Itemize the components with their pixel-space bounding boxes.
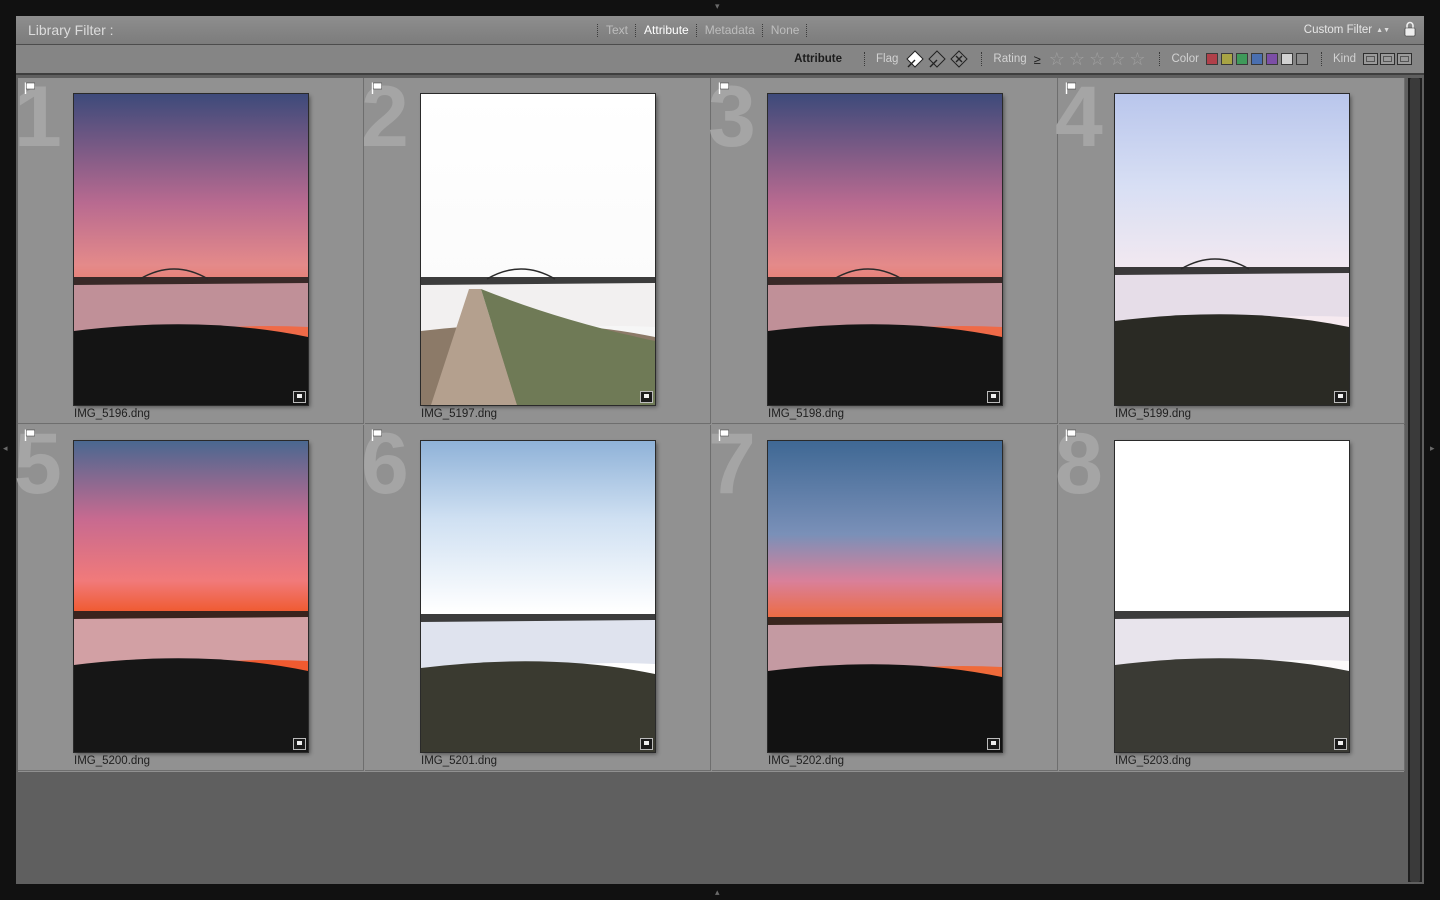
photo-thumbnail[interactable] [421,94,655,405]
library-filter-bar: Library Filter : Text Attribute Metadata… [16,16,1424,45]
photo-thumbnail[interactable] [74,94,308,405]
thumbnail-grid: 1 IMG_5196.dng 2 IMG_5197.dng 3 IMG_5198.dng 4… [14,74,1405,772]
cell-index-number: 2 [361,69,409,165]
flag-icon[interactable] [24,429,36,441]
lock-icon[interactable] [1404,21,1416,37]
flag-icon[interactable] [371,429,383,441]
flag-icon[interactable] [1065,82,1077,94]
library-filter-title: Library Filter : [28,22,114,38]
kind-virtual-copy-icon[interactable] [1380,53,1395,65]
updown-arrows-icon: ▲▼ [1376,27,1390,34]
right-panel-toggle[interactable]: ▸ [1430,444,1435,453]
kind-label: Kind [1332,53,1356,65]
grid-cell[interactable]: 7 IMG_5202.dng [708,421,1058,771]
grid-cell[interactable]: 4 IMG_5199.dng [1055,74,1405,424]
metadata-badge-icon[interactable] [640,391,653,403]
photo-thumbnail[interactable] [421,441,655,752]
scrollbar-thumb[interactable] [1410,78,1420,882]
custom-filter-label: Custom Filter [1303,24,1373,36]
metadata-badge-icon[interactable] [987,391,1000,403]
color-swatch-purple[interactable] [1265,53,1278,65]
tab-attribute[interactable]: Attribute [644,23,689,37]
thumbnail-filename: IMG_5196.dng [74,408,151,420]
rating-label: Rating [993,53,1027,65]
metadata-badge-icon[interactable] [293,391,306,403]
metadata-badge-icon[interactable] [1334,738,1347,750]
star-icon[interactable]: ☆ [1069,50,1085,68]
flag-icon[interactable] [371,82,383,94]
photo-thumbnail[interactable] [74,441,308,752]
cell-index-number: 8 [1055,416,1103,512]
photo-thumbnail[interactable] [768,441,1002,752]
flag-label: Flag [876,53,899,65]
thumbnail-filename: IMG_5202.dng [768,755,845,767]
flag-icon[interactable] [718,82,730,94]
photo-thumbnail[interactable] [1115,441,1349,752]
grid-cell[interactable]: 5 IMG_5200.dng [14,421,364,771]
color-swatch-yellow[interactable] [1220,53,1233,65]
cell-index-number: 3 [708,69,756,165]
tab-text[interactable]: Text [606,23,628,37]
filter-tabs: Text Attribute Metadata None [590,23,815,37]
grid-cell[interactable]: 6 IMG_5201.dng [361,421,711,771]
color-swatch-red[interactable] [1205,53,1218,65]
top-panel-toggle[interactable]: ▾ [715,2,720,11]
color-swatch-none[interactable] [1295,53,1308,65]
color-swatch-other[interactable] [1280,53,1293,65]
color-swatch-blue[interactable] [1250,53,1263,65]
flag-icon[interactable] [1065,429,1077,441]
unflagged-filter-icon[interactable] [927,49,947,69]
thumbnail-filename: IMG_5198.dng [768,408,845,420]
thumbnail-filename: IMG_5200.dng [74,755,151,767]
grid-cell[interactable]: 8 IMG_5203.dng [1055,421,1405,771]
cell-index-number: 4 [1055,69,1103,165]
custom-filter-dropdown[interactable]: Custom Filter ▲▼ [1304,24,1390,36]
thumbnail-filename: IMG_5199.dng [1115,408,1192,420]
grid-cell[interactable]: 3 IMG_5198.dng [708,74,1058,424]
grid-cell[interactable]: 1 IMG_5196.dng [14,74,364,424]
color-label: Color [1171,53,1199,65]
thumbnail-filename: IMG_5201.dng [421,755,498,767]
metadata-badge-icon[interactable] [1334,391,1347,403]
photo-thumbnail[interactable] [768,94,1002,405]
grid-cell[interactable]: 2 IMG_5197.dng [361,74,711,424]
photo-thumbnail[interactable] [1115,94,1349,405]
kind-master-photo-icon[interactable] [1363,53,1378,65]
flagged-filter-icon[interactable] [905,49,925,69]
tab-metadata[interactable]: Metadata [705,23,755,37]
rejected-filter-icon[interactable] [949,49,969,69]
star-icon[interactable]: ☆ [1049,50,1065,68]
left-panel-toggle[interactable]: ◂ [3,444,8,453]
rating-operator[interactable]: ≥ [1034,52,1041,67]
tab-none[interactable]: None [771,23,800,37]
kind-video-icon[interactable] [1397,53,1412,65]
metadata-badge-icon[interactable] [293,738,306,750]
thumbnail-filename: IMG_5203.dng [1115,755,1192,767]
flag-icon[interactable] [24,82,36,94]
star-icon[interactable]: ☆ [1089,50,1105,68]
flag-icon[interactable] [718,429,730,441]
bottom-panel-toggle[interactable]: ▴ [715,888,720,897]
star-icon[interactable]: ☆ [1129,50,1145,68]
cell-index-number: 7 [708,416,756,512]
attribute-bar-title: Attribute [794,53,843,65]
metadata-badge-icon[interactable] [640,738,653,750]
thumbnail-filename: IMG_5197.dng [421,408,498,420]
library-grid-view: Library Filter : Text Attribute Metadata… [14,16,1424,884]
cell-index-number: 6 [361,416,409,512]
star-icon[interactable]: ☆ [1109,50,1125,68]
cell-index-number: 1 [14,69,62,165]
cell-index-number: 5 [14,416,62,512]
color-swatch-green[interactable] [1235,53,1248,65]
grid-scrollbar[interactable] [1408,78,1422,882]
metadata-badge-icon[interactable] [987,738,1000,750]
